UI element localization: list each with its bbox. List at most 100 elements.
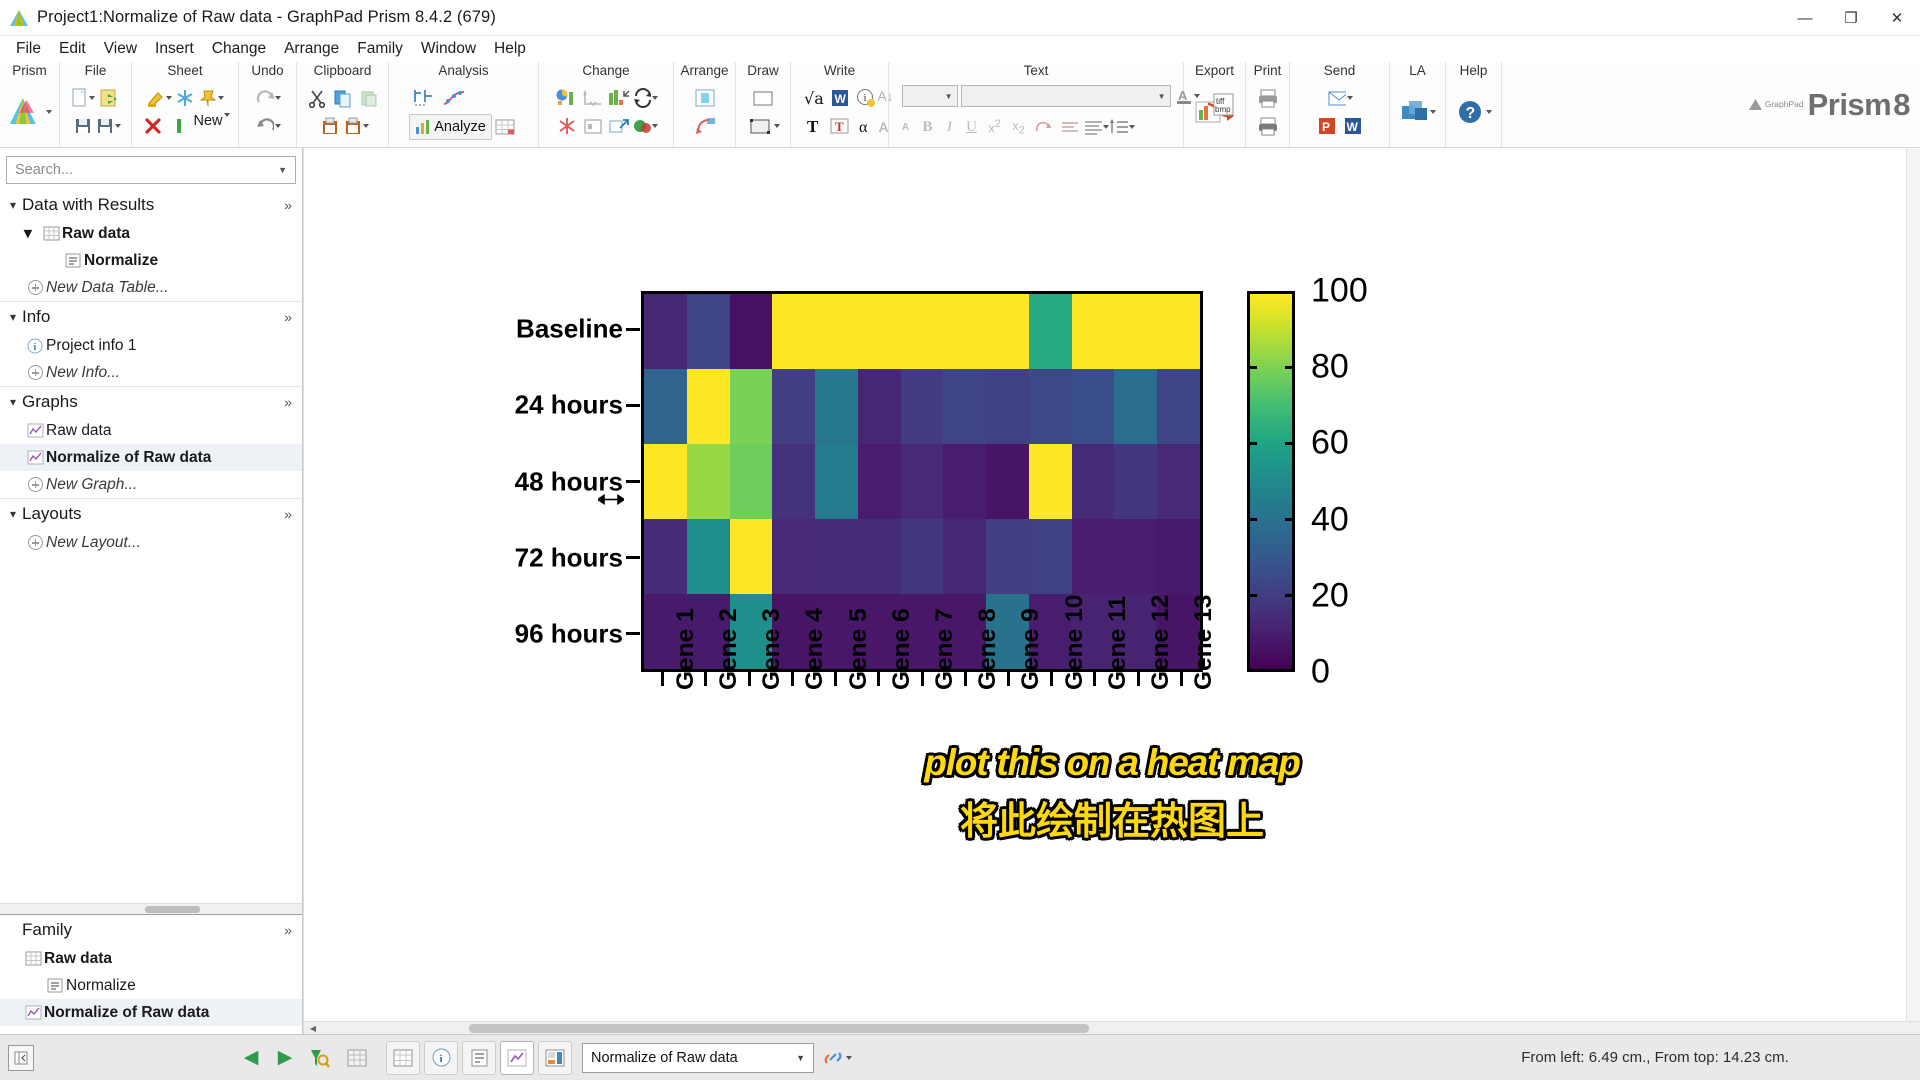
heatmap-cell[interactable]: [815, 444, 858, 519]
heatmap-cell[interactable]: [772, 519, 816, 594]
line-spacing-button[interactable]: [1109, 114, 1135, 140]
heatmap-cell[interactable]: [1157, 294, 1200, 369]
data-tables-tab[interactable]: [386, 1040, 420, 1075]
heatmap-cell[interactable]: [986, 369, 1029, 444]
navigator-scrollbar-thumb[interactable]: [145, 905, 200, 913]
arrange-send-back-button[interactable]: [692, 113, 718, 139]
print-button[interactable]: [1255, 85, 1281, 111]
change-format-button[interactable]: [580, 113, 606, 139]
draw-shape-button[interactable]: [750, 85, 776, 111]
heatmap-cell[interactable]: [1157, 519, 1200, 594]
info-tab[interactable]: i: [424, 1040, 458, 1075]
export-button[interactable]: tiff bmp: [1192, 89, 1238, 135]
font-grow-button[interactable]: A: [873, 114, 895, 140]
heatmap-cell[interactable]: [686, 519, 730, 594]
copy-button[interactable]: [330, 85, 356, 111]
expand-graphs-icon[interactable]: »: [284, 394, 302, 410]
undo-button[interactable]: [255, 113, 281, 139]
italic-button[interactable]: I: [939, 114, 961, 140]
subscript-button[interactable]: x2: [1007, 114, 1031, 140]
sidebar-item-graph-normalize-of-raw-data[interactable]: Normalize of Raw data: [0, 444, 302, 471]
minimize-button[interactable]: —: [1782, 0, 1828, 36]
heatmap-cell[interactable]: [644, 519, 687, 594]
draw-rect-button[interactable]: [747, 113, 773, 139]
new-file-button[interactable]: [70, 85, 96, 111]
nav-section-header-layouts[interactable]: ▾ Layouts »: [0, 499, 302, 529]
heatmap-cell[interactable]: [857, 519, 901, 594]
heatmap-cell[interactable]: [900, 369, 944, 444]
analysis-table-button[interactable]: [492, 114, 518, 140]
sidebar-item-new-layout[interactable]: New Layout...: [0, 529, 302, 556]
print-preview-button[interactable]: [1255, 113, 1281, 139]
nav-section-header-graphs[interactable]: ▾ Graphs »: [0, 387, 302, 417]
sidebar-item-raw-data-table[interactable]: ▾ Raw data: [0, 220, 302, 247]
change-resize-button[interactable]: [606, 113, 632, 139]
find-sheet-button[interactable]: [304, 1043, 334, 1073]
sidebar-item-new-data-table[interactable]: New Data Table...: [0, 274, 302, 301]
heatmap-cell[interactable]: [986, 519, 1029, 594]
text-rotate-button[interactable]: [1031, 114, 1057, 140]
sidebar-item-project-info-1[interactable]: i Project info 1: [0, 332, 302, 359]
pin-sheet-button[interactable]: [198, 85, 224, 111]
change-highlight-button[interactable]: [554, 113, 580, 139]
heatmap-cell[interactable]: [1071, 294, 1115, 369]
sidebar-item-normalize-results[interactable]: Normalize: [0, 247, 302, 274]
sidebar-item-new-graph[interactable]: New Graph...: [0, 471, 302, 498]
expand-info-icon[interactable]: »: [284, 309, 302, 325]
menu-insert[interactable]: Insert: [146, 38, 203, 60]
heatmap-cell[interactable]: [1114, 519, 1158, 594]
heatmap-cell[interactable]: [729, 369, 773, 444]
heatmap-cell[interactable]: [1114, 444, 1158, 519]
heatmap-cell[interactable]: [686, 444, 730, 519]
menu-view[interactable]: View: [95, 38, 146, 60]
maximize-button[interactable]: ❐: [1828, 0, 1874, 36]
change-data-button[interactable]: [606, 85, 632, 111]
analyze-button[interactable]: Analyze: [409, 113, 492, 140]
heatmap-cell[interactable]: [1157, 444, 1200, 519]
underline-button[interactable]: U: [961, 114, 983, 140]
heatmap-cell[interactable]: [857, 369, 901, 444]
heatmap-cell[interactable]: [1028, 444, 1072, 519]
heatmap-cell[interactable]: [815, 369, 858, 444]
send-powerpoint-button[interactable]: P: [1314, 113, 1340, 139]
menu-window[interactable]: Window: [412, 38, 485, 60]
heatmap-cell[interactable]: [900, 519, 944, 594]
freeze-sheet-button[interactable]: [172, 85, 198, 111]
graph-scrollbar-thumb[interactable]: [469, 1023, 1089, 1033]
menu-change[interactable]: Change: [203, 38, 275, 60]
text-box-button[interactable]: T: [827, 113, 853, 139]
expand-layouts-icon[interactable]: »: [284, 506, 302, 522]
close-button[interactable]: ✕: [1874, 0, 1920, 36]
paste-special-button[interactable]: [343, 113, 369, 139]
heatmap-cell[interactable]: [729, 294, 773, 369]
chevron-down-icon[interactable]: ▾: [4, 310, 22, 324]
chevron-down-icon[interactable]: ▾: [24, 224, 40, 243]
heatmap-cell[interactable]: [1071, 519, 1115, 594]
change-color-button[interactable]: [632, 113, 658, 139]
arrange-bring-front-button[interactable]: [692, 85, 718, 111]
collapse-navigator-button[interactable]: [8, 1044, 34, 1071]
heatmap-cell[interactable]: [729, 444, 773, 519]
analysis-chart-button[interactable]: [409, 84, 439, 110]
sheet-selector-chevron-down-icon[interactable]: ▼: [796, 1053, 805, 1063]
graph-canvas[interactable]: Baseline 24 hours 48 hours 72 hours 96 hours…: [303, 148, 1920, 1034]
heatmap-cell[interactable]: [986, 294, 1029, 369]
send-word-button[interactable]: W: [1340, 113, 1366, 139]
text-tool-button[interactable]: T: [801, 113, 827, 139]
change-graph-type-button[interactable]: [554, 85, 580, 111]
heatmap-cell[interactable]: [857, 444, 901, 519]
redo-button[interactable]: [255, 85, 281, 111]
heatmap-cell[interactable]: [943, 444, 987, 519]
menu-edit[interactable]: Edit: [50, 38, 95, 60]
font-size-decrease-button[interactable]: A↓: [873, 83, 899, 109]
change-refresh-button[interactable]: [632, 85, 658, 111]
heatmap-cell[interactable]: [900, 444, 944, 519]
family-item-normalize-of-raw-data[interactable]: Normalize of Raw data: [0, 999, 302, 1026]
superscript-button[interactable]: x2: [983, 114, 1007, 140]
search-input[interactable]: Search... ▼: [6, 156, 296, 184]
menu-file[interactable]: File: [7, 38, 50, 60]
nav-section-header-info[interactable]: ▾ Info »: [0, 302, 302, 332]
previous-sheet-button[interactable]: ◀: [236, 1043, 266, 1073]
menu-help[interactable]: Help: [485, 38, 535, 60]
heatmap-cell[interactable]: [857, 294, 901, 369]
